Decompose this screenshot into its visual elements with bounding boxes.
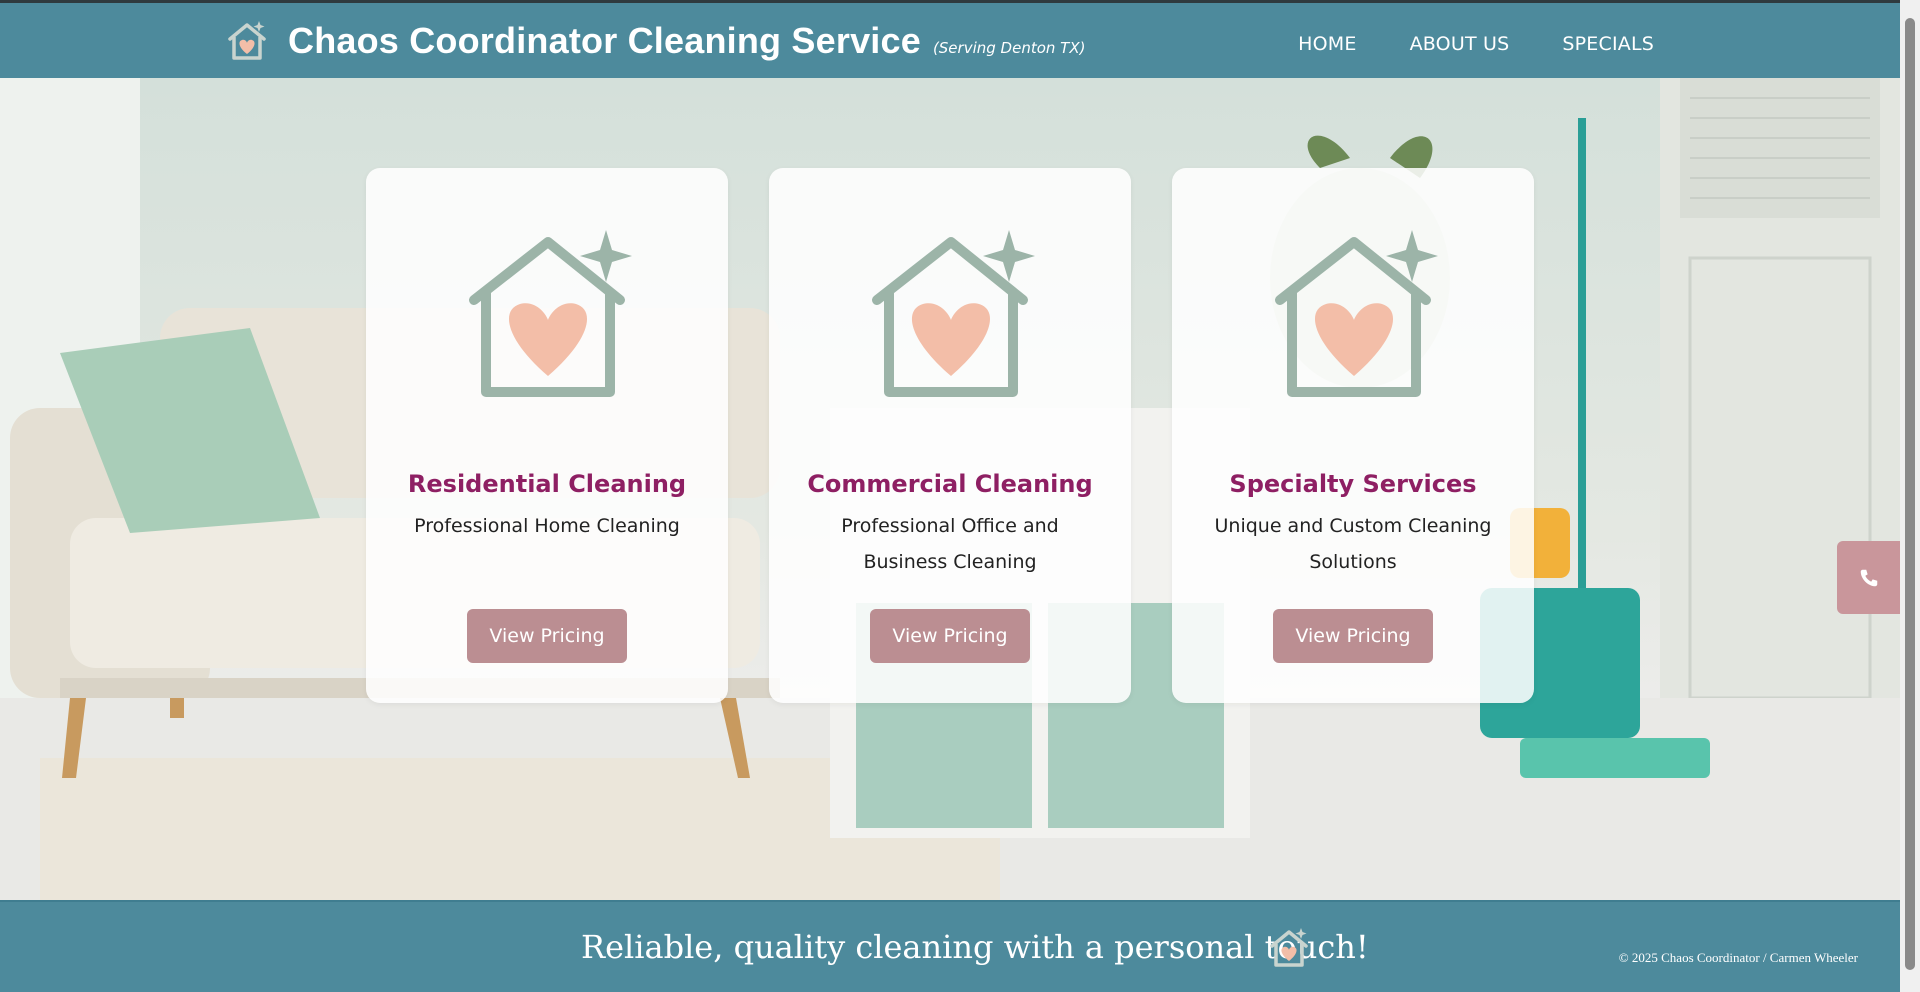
hero-section: Residential Cleaning Professional Home C… [0,78,1900,900]
card-title: Commercial Cleaning [807,470,1093,498]
nav-specials[interactable]: SPECIALS [1562,33,1654,55]
view-pricing-button[interactable]: View Pricing [467,609,627,663]
site-title: Chaos Coordinator Cleaning Service [288,20,921,61]
view-pricing-button[interactable]: View Pricing [1273,609,1433,663]
card-title: Specialty Services [1229,470,1477,498]
card-title: Residential Cleaning [407,470,687,498]
service-card-residential: Residential Cleaning Professional Home C… [366,168,728,703]
view-pricing-button[interactable]: View Pricing [870,609,1030,663]
phone-call-button[interactable] [1837,541,1900,614]
nav-home[interactable]: HOME [1298,33,1356,55]
house-heart-sparkle-icon [1275,230,1438,397]
nav-about-us[interactable]: ABOUT US [1410,33,1510,55]
footer-house-heart-icon [1270,928,1308,967]
copyright-text: © 2025 Chaos Coordinator / Carmen Wheele… [1618,950,1858,965]
vertical-scrollbar[interactable] [1900,0,1920,992]
site-header: Chaos Coordinator Cleaning Service (Serv… [0,3,1900,78]
main-nav: HOME ABOUT US SPECIALS [1245,33,1654,55]
house-heart-sparkle-icon [469,230,632,397]
brand[interactable]: Chaos Coordinator Cleaning Service (Serv… [226,19,1085,63]
service-card-commercial: Commercial Cleaning Professional Office … [769,168,1131,703]
site-footer: Reliable, quality cleaning with a person… [0,900,1900,992]
logo-house-heart-icon [228,21,266,60]
service-card-specialty: Specialty Services Unique and Custom Cle… [1172,168,1534,703]
scrollbar-thumb[interactable] [1905,18,1915,970]
footer-tagline: Reliable, quality cleaning with a person… [581,928,1369,966]
card-description: Professional Office and Business Cleanin… [841,515,1059,573]
card-description: Professional Home Cleaning [414,515,680,537]
phone-icon [1860,569,1877,586]
card-description: Unique and Custom Cleaning Solutions [1214,515,1492,573]
house-heart-sparkle-icon [872,230,1035,397]
site-subtitle: (Serving Denton TX) [932,39,1086,57]
